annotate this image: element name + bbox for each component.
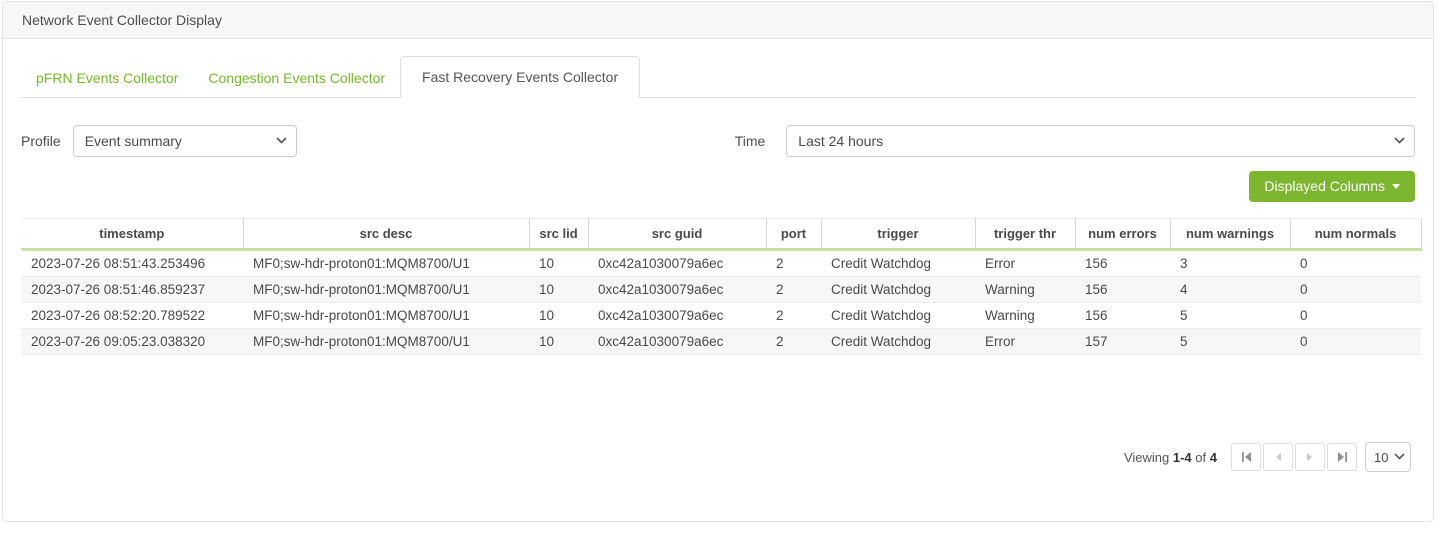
first-page-icon — [1240, 451, 1253, 463]
pagination: Viewing 1-4 of 4 — [21, 442, 1415, 472]
tab-bar: pFRN Events CollectorCongestion Events C… — [21, 55, 1415, 98]
table-cell: Warning — [975, 303, 1075, 329]
table-cell: 0xc42a1030079a6ec — [588, 329, 766, 355]
table-cell: 156 — [1075, 303, 1170, 329]
table-cell: 10 — [529, 277, 588, 303]
table-cell: MF0;sw-hdr-proton01:MQM8700/U1 — [243, 277, 529, 303]
last-page-button[interactable] — [1327, 443, 1357, 471]
profile-select[interactable]: Event summary — [73, 125, 297, 157]
table-cell: 156 — [1075, 277, 1170, 303]
caret-down-icon — [1392, 184, 1400, 189]
table-row[interactable]: 2023-07-26 08:51:46.859237MF0;sw-hdr-pro… — [21, 277, 1421, 303]
panel-body: pFRN Events CollectorCongestion Events C… — [3, 39, 1433, 472]
column-header-timestamp[interactable]: timestamp — [21, 219, 243, 250]
table-cell: 5 — [1170, 303, 1290, 329]
displayed-columns-label: Displayed Columns — [1264, 178, 1385, 194]
profile-label: Profile — [21, 133, 61, 149]
table-cell: 2 — [766, 250, 821, 277]
viewing-range: 1-4 — [1173, 450, 1192, 465]
viewing-text: Viewing 1-4 of 4 — [1124, 450, 1217, 465]
table-cell: 10 — [529, 250, 588, 277]
time-group: Time Last 24 hours — [735, 125, 1415, 157]
table-cell: Warning — [975, 277, 1075, 303]
pager — [1231, 443, 1357, 471]
column-header-src-desc[interactable]: src desc — [243, 219, 529, 250]
last-page-icon — [1336, 451, 1349, 463]
table-cell: 0xc42a1030079a6ec — [588, 250, 766, 277]
table-cell: Error — [975, 250, 1075, 277]
panel-header: Network Event Collector Display — [3, 2, 1433, 39]
table-body: 2023-07-26 08:51:43.253496MF0;sw-hdr-pro… — [21, 250, 1421, 355]
table-header-row: timestampsrc descsrc lidsrc guidporttrig… — [21, 219, 1421, 250]
toolbar: Displayed Columns — [21, 171, 1415, 202]
table-cell: 5 — [1170, 329, 1290, 355]
table-cell: 10 — [529, 303, 588, 329]
tab-fast-recovery-events-collector[interactable]: Fast Recovery Events Collector — [400, 56, 640, 98]
table-cell: 2 — [766, 329, 821, 355]
table-row[interactable]: 2023-07-26 09:05:23.038320MF0;sw-hdr-pro… — [21, 329, 1421, 355]
page-size-select[interactable]: 10 — [1365, 442, 1411, 472]
table-cell: 0 — [1290, 250, 1421, 277]
displayed-columns-button[interactable]: Displayed Columns — [1249, 171, 1415, 202]
table-cell: 156 — [1075, 250, 1170, 277]
viewing-total: 4 — [1210, 450, 1217, 465]
table-cell: 157 — [1075, 329, 1170, 355]
table-cell: MF0;sw-hdr-proton01:MQM8700/U1 — [243, 329, 529, 355]
table-cell: 0 — [1290, 303, 1421, 329]
viewing-of-label: of — [1195, 450, 1206, 465]
column-header-trigger-thr[interactable]: trigger thr — [975, 219, 1075, 250]
prev-page-icon — [1273, 452, 1283, 462]
column-header-num-warnings[interactable]: num warnings — [1170, 219, 1290, 250]
column-header-num-normals[interactable]: num normals — [1290, 219, 1421, 250]
pagesize-select-wrap: 10 — [1365, 442, 1411, 472]
table-cell: MF0;sw-hdr-proton01:MQM8700/U1 — [243, 303, 529, 329]
column-header-trigger[interactable]: trigger — [821, 219, 975, 250]
table-cell: 4 — [1170, 277, 1290, 303]
table-cell: 2023-07-26 08:51:46.859237 — [21, 277, 243, 303]
table-cell: 10 — [529, 329, 588, 355]
time-select[interactable]: Last 24 hours — [786, 125, 1415, 157]
events-table: timestampsrc descsrc lidsrc guidporttrig… — [21, 218, 1422, 355]
column-header-num-errors[interactable]: num errors — [1075, 219, 1170, 250]
next-page-button[interactable] — [1295, 443, 1325, 471]
column-header-src-lid[interactable]: src lid — [529, 219, 588, 250]
panel-title: Network Event Collector Display — [22, 12, 222, 28]
viewing-prefix: Viewing — [1124, 450, 1169, 465]
panel: Network Event Collector Display pFRN Eve… — [2, 1, 1434, 522]
table-cell: Credit Watchdog — [821, 329, 975, 355]
table-cell: 0 — [1290, 277, 1421, 303]
table-cell: 2023-07-26 08:52:20.789522 — [21, 303, 243, 329]
time-label: Time — [735, 133, 766, 149]
table-cell: 2023-07-26 09:05:23.038320 — [21, 329, 243, 355]
table-row[interactable]: 2023-07-26 08:52:20.789522MF0;sw-hdr-pro… — [21, 303, 1421, 329]
table-cell: 0xc42a1030079a6ec — [588, 303, 766, 329]
tab-congestion-events-collector[interactable]: Congestion Events Collector — [193, 58, 400, 98]
table-cell: Credit Watchdog — [821, 250, 975, 277]
column-header-src-guid[interactable]: src guid — [588, 219, 766, 250]
table-cell: Credit Watchdog — [821, 303, 975, 329]
first-page-button[interactable] — [1231, 443, 1261, 471]
table-cell: Error — [975, 329, 1075, 355]
profile-select-wrap: Event summary — [73, 125, 297, 157]
table-cell: 2023-07-26 08:51:43.253496 — [21, 250, 243, 277]
prev-page-button[interactable] — [1263, 443, 1293, 471]
next-page-icon — [1305, 452, 1315, 462]
table-cell: MF0;sw-hdr-proton01:MQM8700/U1 — [243, 250, 529, 277]
table-cell: 0xc42a1030079a6ec — [588, 277, 766, 303]
time-select-wrap: Last 24 hours — [786, 125, 1415, 157]
table-cell: Credit Watchdog — [821, 277, 975, 303]
table-cell: 0 — [1290, 329, 1421, 355]
tab-pfrn-events-collector[interactable]: pFRN Events Collector — [21, 58, 193, 98]
table-row[interactable]: 2023-07-26 08:51:43.253496MF0;sw-hdr-pro… — [21, 250, 1421, 277]
table-cell: 3 — [1170, 250, 1290, 277]
column-header-port[interactable]: port — [766, 219, 821, 250]
table-cell: 2 — [766, 303, 821, 329]
table-cell: 2 — [766, 277, 821, 303]
filter-row: Profile Event summary Time Last 24 hours — [21, 125, 1415, 157]
